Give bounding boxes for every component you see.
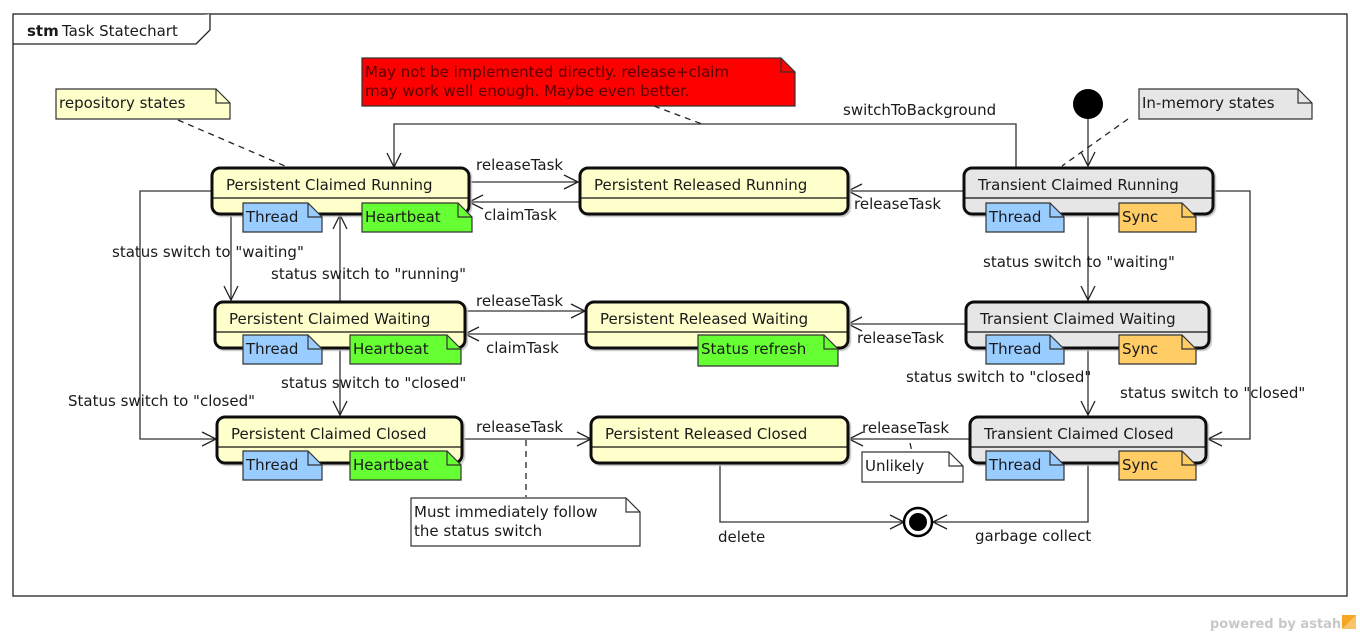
- watermark-text: powered by astah*: [1210, 617, 1348, 632]
- astah-logo-icon: [1342, 615, 1356, 629]
- label-delete: delete: [718, 528, 765, 546]
- note-text: Thread: [988, 456, 1041, 474]
- tag-heartbeat-pcc: Heartbeat: [349, 450, 462, 481]
- tag-thread-tcc: Thread: [985, 450, 1065, 481]
- label-pcr-to-waiting: status switch to "waiting": [112, 243, 304, 261]
- note-text: Thread: [245, 456, 298, 474]
- tag-sync-tcr: Sync: [1118, 202, 1197, 233]
- note-text: Heartbeat: [353, 340, 429, 358]
- note-text: Thread: [988, 208, 1041, 226]
- label-claim-prw-pcw: claimTask: [486, 339, 559, 357]
- note-unlikely: Unlikely: [861, 451, 964, 483]
- state-name: Persistent Claimed Running: [226, 176, 433, 194]
- label-claim-prr-pcr: claimTask: [484, 206, 557, 224]
- frame-title: Task Statechart: [61, 22, 178, 40]
- note-must-follow: Must immediately followthe status switch: [410, 497, 641, 547]
- label-release-pcc-prc: releaseTask: [476, 418, 563, 436]
- statechart-canvas: stm Task Statechart switchToBackground r…: [12, 13, 1356, 632]
- tag-thread-pcr: Thread: [242, 202, 323, 233]
- note-warning: May not be implemented directly. release…: [361, 57, 796, 107]
- note-text: Must immediately follow: [414, 503, 598, 521]
- final-state[interactable]: [902, 506, 934, 538]
- label-release-pcw-prw: releaseTask: [476, 292, 563, 310]
- note-text: Unlikely: [865, 457, 924, 475]
- tag-thread-tcr: Thread: [985, 202, 1065, 233]
- note-text: Thread: [245, 208, 298, 226]
- label-pcw-to-closed: status switch to "closed": [281, 374, 466, 392]
- tag-sync-tcw: Sync: [1118, 334, 1197, 365]
- note-in-memory-states: In-memory states: [1138, 88, 1313, 120]
- note-text: Sync: [1122, 456, 1158, 474]
- label-release-tcc-prc: releaseTask: [862, 419, 949, 437]
- state-name: Persistent Released Waiting: [600, 310, 808, 328]
- note-text: In-memory states: [1142, 94, 1275, 112]
- note-text: Sync: [1122, 208, 1158, 226]
- state-name: Persistent Released Running: [594, 176, 807, 194]
- note-text: May not be implemented directly. release…: [365, 63, 729, 81]
- tag-status-refresh-prw: Status refresh: [697, 334, 839, 367]
- label-tcw-to-closed: status switch to "closed": [906, 368, 1091, 386]
- note-repository-states: repository states: [55, 88, 231, 120]
- note-text: the status switch: [414, 522, 542, 540]
- astah-watermark: powered by astah*: [1210, 615, 1356, 632]
- note-text: Heartbeat: [353, 456, 429, 474]
- label-tcr-to-waiting: status switch to "waiting": [983, 253, 1175, 271]
- label-pcr-to-closed: Status switch to "closed": [68, 392, 255, 410]
- tag-heartbeat-pcr: Heartbeat: [361, 202, 473, 233]
- tag-heartbeat-pcw: Heartbeat: [349, 334, 462, 365]
- tag-sync-tcc: Sync: [1118, 450, 1197, 481]
- state-prr[interactable]: Persistent Released Running: [578, 166, 850, 216]
- note-text: repository states: [59, 94, 186, 112]
- frame-keyword: stm: [27, 22, 59, 40]
- note-text: may work well enough. Maybe even better.: [365, 82, 690, 100]
- label-tcr-to-closed: status switch to "closed": [1120, 384, 1305, 402]
- label-pcw-to-running: status switch to "running": [271, 265, 466, 283]
- state-name: Persistent Released Closed: [605, 425, 807, 443]
- tag-thread-pcw: Thread: [242, 334, 323, 365]
- note-text: Status refresh: [701, 340, 806, 358]
- note-text: Sync: [1122, 340, 1158, 358]
- tag-thread-pcc: Thread: [242, 450, 323, 481]
- label-garbage-collect: garbage collect: [975, 527, 1091, 545]
- note-text: Thread: [245, 340, 298, 358]
- state-name: Transient Claimed Closed: [983, 425, 1174, 443]
- tag-thread-tcw: Thread: [985, 334, 1065, 365]
- label-release-tcr-prr: releaseTask: [854, 195, 941, 213]
- state-name: Transient Claimed Running: [977, 176, 1179, 194]
- state-name: Transient Claimed Waiting: [979, 310, 1176, 328]
- label-release-pcr-prr: releaseTask: [476, 156, 563, 174]
- label-release-tcw-prw: releaseTask: [857, 329, 944, 347]
- initial-state[interactable]: [1073, 89, 1103, 119]
- label-switch-to-background: switchToBackground: [843, 101, 996, 119]
- note-text: Thread: [988, 340, 1041, 358]
- state-prc[interactable]: Persistent Released Closed: [589, 415, 850, 465]
- state-name: Persistent Claimed Waiting: [229, 310, 430, 328]
- note-text: Heartbeat: [365, 208, 441, 226]
- state-name: Persistent Claimed Closed: [231, 425, 426, 443]
